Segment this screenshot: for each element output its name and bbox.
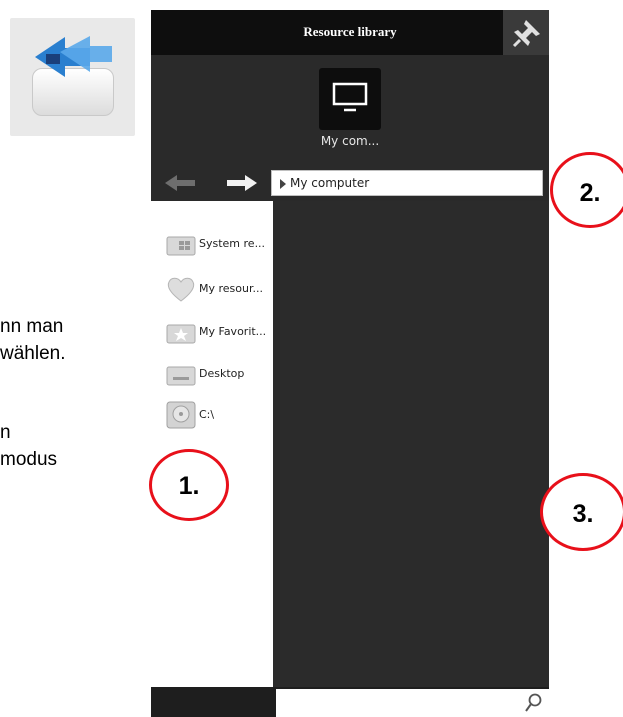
pin-icon (512, 20, 540, 48)
desktop-icon (166, 366, 196, 386)
callout-3: 3. (540, 473, 623, 551)
my-computer-label: My com... (320, 134, 380, 148)
expand-triangle-icon (280, 179, 286, 189)
search-input[interactable] (280, 692, 524, 714)
system-icon (166, 236, 196, 256)
sidebar: System re... My resour... My Favorit... … (151, 201, 273, 687)
callout-2-label: 2. (579, 179, 601, 207)
instruction-text-line-1: nn man (0, 316, 64, 337)
content-area[interactable] (273, 201, 549, 687)
sidebar-item-label: My Favorit... (199, 325, 267, 338)
star-folder-icon (166, 324, 196, 344)
sidebar-item-label: C:\ (199, 408, 215, 421)
instruction-text-line-3: n (0, 422, 11, 443)
monitor-icon (332, 82, 368, 112)
sidebar-item-label: System re... (199, 237, 266, 250)
drive-icon (166, 401, 196, 429)
my-computer-tile[interactable] (319, 68, 381, 130)
sidebar-item-system-resources[interactable]: System re... (165, 229, 271, 259)
forward-arrow-icon[interactable] (223, 173, 259, 193)
search-icon[interactable] (525, 693, 543, 713)
resource-library-app-icon[interactable] (10, 18, 135, 136)
callout-1-label: 1. (178, 472, 200, 500)
search-box[interactable] (276, 689, 549, 717)
callout-2: 2. (550, 152, 623, 228)
resource-library-panel: Resource library My com... My computer S… (151, 10, 549, 717)
pin-button[interactable] (503, 10, 549, 55)
sidebar-item-label: My resour... (199, 282, 263, 295)
instruction-text-line-4: modus (0, 449, 58, 470)
back-arrow-icon[interactable] (163, 173, 199, 193)
sidebar-item-c-drive[interactable]: C:\ (165, 400, 271, 430)
sidebar-item-my-resources[interactable]: My resour... (165, 274, 271, 304)
breadcrumb-my-computer[interactable]: My computer (290, 176, 369, 190)
callout-3-label: 3. (572, 500, 594, 528)
instruction-text-line-2: wählen. (0, 343, 66, 364)
sidebar-item-my-favorites[interactable]: My Favorit... (165, 317, 271, 347)
transfer-arrows-icon (35, 36, 112, 77)
sidebar-item-desktop[interactable]: Desktop (165, 359, 271, 389)
sidebar-item-label: Desktop (199, 367, 245, 380)
breadcrumb-path-bar[interactable]: My computer (271, 170, 543, 196)
callout-1: 1. (149, 449, 229, 521)
heart-icon (167, 277, 195, 302)
panel-titlebar: Resource library (151, 10, 549, 55)
panel-title: Resource library (303, 24, 397, 39)
